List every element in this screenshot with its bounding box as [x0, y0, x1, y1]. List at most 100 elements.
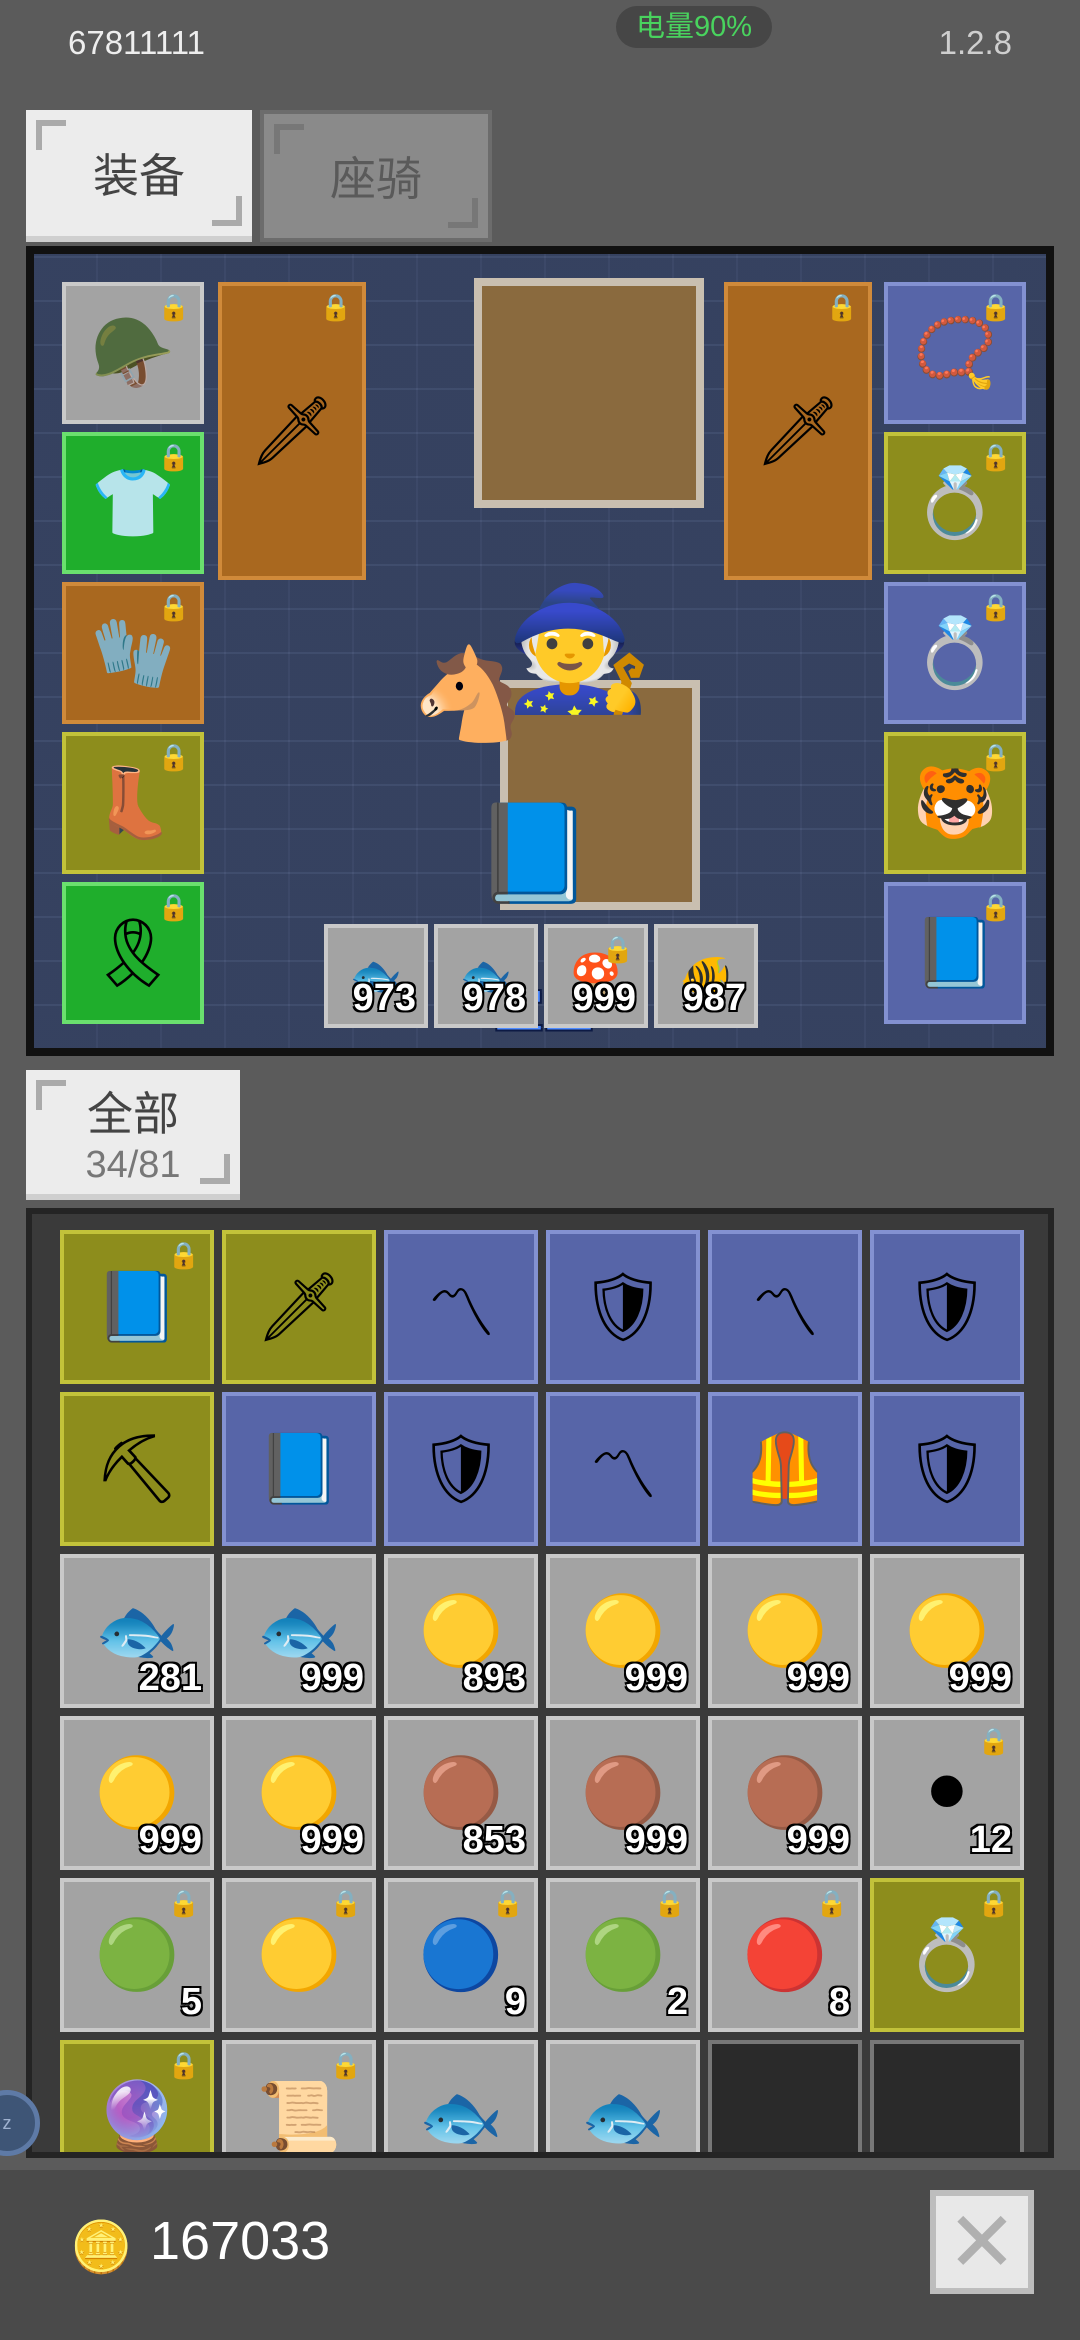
inventory-count: 34/81 — [85, 1143, 181, 1186]
item-quantity: 973 — [352, 977, 416, 1019]
inventory-slot[interactable]: 🐟 — [546, 2040, 700, 2152]
inventory-slot[interactable]: 〽 — [384, 1230, 538, 1384]
slot-boots[interactable]: 👢 🔒 — [62, 732, 204, 874]
steel-sword-icon: 🗡 — [255, 1269, 343, 1345]
inventory-slot[interactable]: 🟡 893 — [384, 1554, 538, 1708]
inventory-slot[interactable]: 🟡 999 — [546, 1554, 700, 1708]
item-quantity: 893 — [462, 1657, 526, 1699]
item-quantity: 999 — [138, 1819, 202, 1861]
slot-mount[interactable]: 🐯 🔒 — [884, 732, 1026, 874]
slot-gloves[interactable]: 🧤 🔒 — [62, 582, 204, 724]
slot-armor[interactable]: 👕 🔒 — [62, 432, 204, 574]
lock-icon: 🔒 — [815, 1888, 848, 1918]
item-quantity: 12 — [969, 1819, 1012, 1861]
inventory-slot[interactable]: 🔮 🔒 — [60, 2040, 214, 2152]
inventory-slot[interactable]: 📘 🔒 — [60, 1230, 214, 1384]
pale-gem-icon: 🟢 — [94, 1917, 180, 1993]
inventory-slot[interactable]: 🛡 — [384, 1392, 538, 1546]
slot-helmet[interactable]: 🪖 🔒 — [62, 282, 204, 424]
lock-icon: 🔒 — [167, 1240, 200, 1270]
tab-mount[interactable]: 座骑 — [260, 110, 492, 242]
version-label: 1.2.8 — [938, 24, 1012, 61]
item-quantity: 978 — [462, 977, 526, 1019]
scroll-icon: 📜 — [256, 2079, 342, 2155]
lock-icon: 🔒 — [653, 1888, 686, 1918]
inventory-slot[interactable]: 🟤 853 — [384, 1716, 538, 1870]
close-icon: ✕ — [946, 2195, 1018, 2289]
pet-book-icon: 📘 — [474, 800, 594, 907]
inventory-slot[interactable]: 💍 🔒 — [870, 1878, 1024, 2032]
inventory-slot[interactable]: 🟡 🔒 — [222, 1878, 376, 2032]
slot-ring-2[interactable]: 💍 🔒 — [884, 582, 1026, 724]
slot-weapon-right[interactable]: 🗡 🔒 — [724, 282, 872, 580]
quick-slot[interactable]: 🐠 987 — [654, 924, 758, 1028]
inventory-slot[interactable]: 〽 — [708, 1230, 862, 1384]
close-button[interactable]: ✕ — [930, 2190, 1034, 2294]
inventory-slot[interactable]: 🛡 — [870, 1392, 1024, 1546]
chain-armor-icon: 🛡 — [903, 1431, 991, 1507]
inventory-slot[interactable]: 🟤 999 — [708, 1716, 862, 1870]
slot-ring-1[interactable]: 💍 🔒 — [884, 432, 1026, 574]
slot-weapon-left[interactable]: 🗡 🔒 — [218, 282, 366, 580]
inventory-slot[interactable]: 🟡 999 — [222, 1716, 376, 1870]
horse-mount-icon: 🐴 — [412, 645, 525, 745]
gold-amount: 167033 — [150, 2211, 331, 2271]
inventory-slot[interactable]: 〽 — [546, 1392, 700, 1546]
horned-helmet-icon: 🪖 — [90, 315, 176, 391]
lock-icon: 🔒 — [157, 442, 190, 472]
item-quantity: 999 — [786, 1657, 850, 1699]
inventory-slot-empty[interactable] — [870, 2040, 1024, 2152]
item-quantity: 999 — [624, 1657, 688, 1699]
blue-gem-icon: 🔵 — [418, 1917, 504, 1993]
lock-icon: 🔒 — [319, 292, 352, 322]
inventory-panel: 📘 🔒 🗡 〽 🛡 〽 🛡 ⛏ 📘 🛡 〽 🦺 🛡 🐟 281 🐟 999 🟡 893 🟡 999 🟡 999 🟡 999 🟡 99… — [26, 1208, 1054, 2158]
quick-slot[interactable]: 🐟 978 — [434, 924, 538, 1028]
battery-indicator: 电量90% — [616, 6, 773, 48]
slot-belt[interactable]: 🎗 🔒 — [62, 882, 204, 1024]
tab-equipment-label: 装备 — [93, 150, 185, 202]
quick-slot[interactable]: 🐟 973 — [324, 924, 428, 1028]
inventory-slot[interactable]: ⛏ — [60, 1392, 214, 1546]
inventory-slot[interactable]: 🟤 999 — [546, 1716, 700, 1870]
inventory-slot[interactable]: 🔵 🔒 9 — [384, 1878, 538, 2032]
item-quantity: 999 — [624, 1819, 688, 1861]
inventory-slot[interactable]: 🛡 — [870, 1230, 1024, 1384]
inventory-slot[interactable]: ⚫ 🔒 12 — [870, 1716, 1024, 1870]
inventory-slot[interactable]: 🐟 999 — [222, 1554, 376, 1708]
ruby-ring-icon: 💍 — [904, 1917, 990, 1993]
lock-icon: 🔒 — [979, 892, 1012, 922]
inventory-slot[interactable]: 🔴 🔒 8 — [708, 1878, 862, 2032]
yellow-gem-icon: 🟡 — [256, 1917, 342, 1993]
inventory-slot-empty[interactable] — [708, 2040, 862, 2152]
lock-icon: 🔒 — [979, 442, 1012, 472]
inventory-slot[interactable]: 🟢 🔒 2 — [546, 1878, 700, 2032]
slot-pet[interactable]: 📘 🔒 — [884, 882, 1026, 1024]
inventory-slot[interactable]: 🗡 — [222, 1230, 376, 1384]
inventory-slot[interactable]: 🦺 — [708, 1392, 862, 1546]
inventory-slot[interactable]: 🐟 281 — [60, 1554, 214, 1708]
item-quantity: 987 — [682, 977, 746, 1019]
inventory-slot[interactable]: 🛡 — [546, 1230, 700, 1384]
gold-coins-icon: 🪙 — [70, 2219, 133, 2275]
inventory-slot[interactable]: 📘 — [222, 1392, 376, 1546]
item-quantity: 8 — [828, 1981, 850, 2023]
tab-equipment[interactable]: 装备 — [26, 110, 252, 242]
pickaxe-icon: ⛏ — [93, 1431, 181, 1507]
lock-icon: 🔒 — [157, 592, 190, 622]
lock-icon: 🔒 — [601, 934, 634, 964]
inventory-slot[interactable]: 🐟 — [384, 2040, 538, 2152]
item-quantity: 999 — [948, 1657, 1012, 1699]
red-gloves-icon: 🧤 — [90, 615, 176, 691]
inventory-slot[interactable]: 🟢 🔒 5 — [60, 1878, 214, 2032]
inventory-slot[interactable]: 🟡 999 — [870, 1554, 1024, 1708]
inventory-slot[interactable]: 🟡 999 — [60, 1716, 214, 1870]
red-boomerang-icon: 〽 — [750, 1275, 819, 1352]
slot-amulet[interactable]: 📿 🔒 — [884, 282, 1026, 424]
item-quantity: 999 — [300, 1819, 364, 1861]
item-quantity: 999 — [786, 1819, 850, 1861]
tab-all-items[interactable]: 全部 34/81 — [26, 1070, 240, 1200]
inventory-slot[interactable]: 🟡 999 — [708, 1554, 862, 1708]
quick-slot[interactable]: 🍄 🔒 999 — [544, 924, 648, 1028]
red-gem-icon: 🔴 — [742, 1917, 828, 1993]
inventory-slot[interactable]: 📜 🔒 — [222, 2040, 376, 2155]
